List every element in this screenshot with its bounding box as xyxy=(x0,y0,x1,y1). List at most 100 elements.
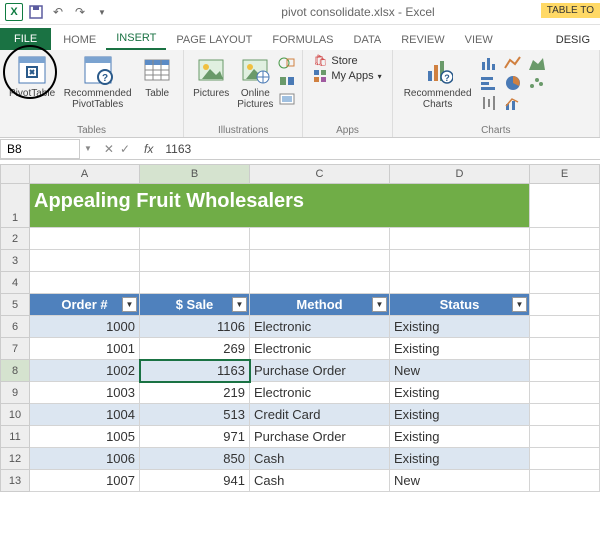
cell[interactable]: 1004 xyxy=(30,404,140,426)
cell[interactable]: Electronic xyxy=(250,338,390,360)
col-header[interactable]: B xyxy=(140,164,250,184)
tab-view[interactable]: VIEW xyxy=(455,30,503,50)
cell[interactable] xyxy=(30,250,140,272)
cell[interactable] xyxy=(530,338,600,360)
cell[interactable] xyxy=(390,250,530,272)
select-all-corner[interactable] xyxy=(0,164,30,184)
filter-dropdown-icon[interactable]: ▼ xyxy=(372,297,387,312)
smartart-icon[interactable] xyxy=(278,73,296,89)
row-header[interactable]: 13 xyxy=(0,470,30,492)
cell[interactable] xyxy=(530,272,600,294)
row-header[interactable]: 7 xyxy=(0,338,30,360)
filter-dropdown-icon[interactable]: ▼ xyxy=(232,297,247,312)
cell[interactable]: Existing xyxy=(390,382,530,404)
bar-chart-icon[interactable] xyxy=(479,74,501,92)
undo-icon[interactable]: ↶ xyxy=(49,3,67,21)
tab-insert[interactable]: INSERT xyxy=(106,28,166,50)
cell[interactable] xyxy=(250,250,390,272)
table-header[interactable]: Status▼ xyxy=(390,294,530,316)
cell[interactable] xyxy=(30,272,140,294)
cell[interactable]: 850 xyxy=(140,448,250,470)
row-header[interactable]: 4 xyxy=(0,272,30,294)
qat-dropdown-icon[interactable]: ▼ xyxy=(93,3,111,21)
col-header[interactable]: E xyxy=(530,164,600,184)
recommended-charts-button[interactable]: ? Recommended Charts xyxy=(399,52,477,112)
cell[interactable]: 1006 xyxy=(30,448,140,470)
cell[interactable]: Cash xyxy=(250,448,390,470)
tab-pagelayout[interactable]: PAGE LAYOUT xyxy=(166,30,262,50)
tab-review[interactable]: REVIEW xyxy=(391,30,454,50)
store-button[interactable]: 🛍 Store xyxy=(313,54,381,67)
pie-chart-icon[interactable] xyxy=(503,74,525,92)
cell[interactable] xyxy=(140,272,250,294)
cell[interactable]: 971 xyxy=(140,426,250,448)
row-header[interactable]: 9 xyxy=(0,382,30,404)
stock-chart-icon[interactable] xyxy=(479,94,501,112)
col-header[interactable]: C xyxy=(250,164,390,184)
cell[interactable] xyxy=(390,228,530,250)
cell[interactable] xyxy=(530,382,600,404)
name-box[interactable] xyxy=(0,139,80,159)
row-header[interactable]: 11 xyxy=(0,426,30,448)
cell[interactable]: 1007 xyxy=(30,470,140,492)
tab-home[interactable]: HOME xyxy=(53,30,106,50)
cell[interactable]: Cash xyxy=(250,470,390,492)
row-header[interactable]: 5 xyxy=(0,294,30,316)
cell[interactable] xyxy=(530,316,600,338)
cell[interactable]: Existing xyxy=(390,426,530,448)
line-chart-icon[interactable] xyxy=(503,54,525,72)
cell[interactable]: Existing xyxy=(390,316,530,338)
cell[interactable]: 219 xyxy=(140,382,250,404)
formula-bar[interactable]: 1163 xyxy=(159,140,600,158)
cell[interactable]: Existing xyxy=(390,448,530,470)
screenshot-icon[interactable] xyxy=(278,91,296,107)
filter-dropdown-icon[interactable]: ▼ xyxy=(512,297,527,312)
row-header[interactable]: 6 xyxy=(0,316,30,338)
row-header[interactable]: 12 xyxy=(0,448,30,470)
enter-icon[interactable]: ✓ xyxy=(120,142,130,156)
myapps-button[interactable]: My Apps ▾ xyxy=(313,69,381,83)
cell[interactable] xyxy=(530,404,600,426)
cell[interactable]: 1106 xyxy=(140,316,250,338)
shapes-icon[interactable] xyxy=(278,55,296,71)
area-chart-icon[interactable] xyxy=(527,54,549,72)
cancel-icon[interactable]: ✕ xyxy=(104,142,114,156)
row-header[interactable]: 1 xyxy=(0,184,30,228)
col-header[interactable]: D xyxy=(390,164,530,184)
active-cell[interactable]: 1163 xyxy=(140,360,250,382)
cell[interactable]: 1003 xyxy=(30,382,140,404)
cell[interactable] xyxy=(30,228,140,250)
cell[interactable]: Existing xyxy=(390,338,530,360)
table-header[interactable]: $ Sale▼ xyxy=(140,294,250,316)
col-header[interactable]: A xyxy=(30,164,140,184)
cell[interactable] xyxy=(140,228,250,250)
row-header[interactable]: 2 xyxy=(0,228,30,250)
cell[interactable]: 1000 xyxy=(30,316,140,338)
row-header[interactable]: 8 xyxy=(0,360,30,382)
cell[interactable] xyxy=(530,250,600,272)
cell[interactable] xyxy=(390,272,530,294)
pivottable-button[interactable]: PivotTable xyxy=(6,52,58,101)
cell[interactable]: Purchase Order xyxy=(250,360,390,382)
table-button[interactable]: Table xyxy=(137,52,177,101)
table-header[interactable]: Method▼ xyxy=(250,294,390,316)
filter-dropdown-icon[interactable]: ▼ xyxy=(122,297,137,312)
combo-chart-icon[interactable] xyxy=(503,94,525,112)
cell[interactable] xyxy=(530,470,600,492)
save-icon[interactable] xyxy=(27,3,45,21)
cell[interactable]: 1002 xyxy=(30,360,140,382)
cell[interactable]: New xyxy=(390,360,530,382)
cell[interactable]: Electronic xyxy=(250,382,390,404)
cell[interactable]: New xyxy=(390,470,530,492)
recommended-pivottables-button[interactable]: ? Recommended PivotTables xyxy=(60,52,135,112)
cell[interactable]: Purchase Order xyxy=(250,426,390,448)
cell[interactable]: 269 xyxy=(140,338,250,360)
fx-icon[interactable]: fx xyxy=(138,142,159,156)
tab-data[interactable]: DATA xyxy=(344,30,392,50)
cell[interactable]: 1005 xyxy=(30,426,140,448)
namebox-dropdown-icon[interactable]: ▼ xyxy=(80,144,96,153)
row-header[interactable]: 10 xyxy=(0,404,30,426)
cell[interactable] xyxy=(530,184,600,228)
cell[interactable]: 1001 xyxy=(30,338,140,360)
cell[interactable] xyxy=(530,448,600,470)
